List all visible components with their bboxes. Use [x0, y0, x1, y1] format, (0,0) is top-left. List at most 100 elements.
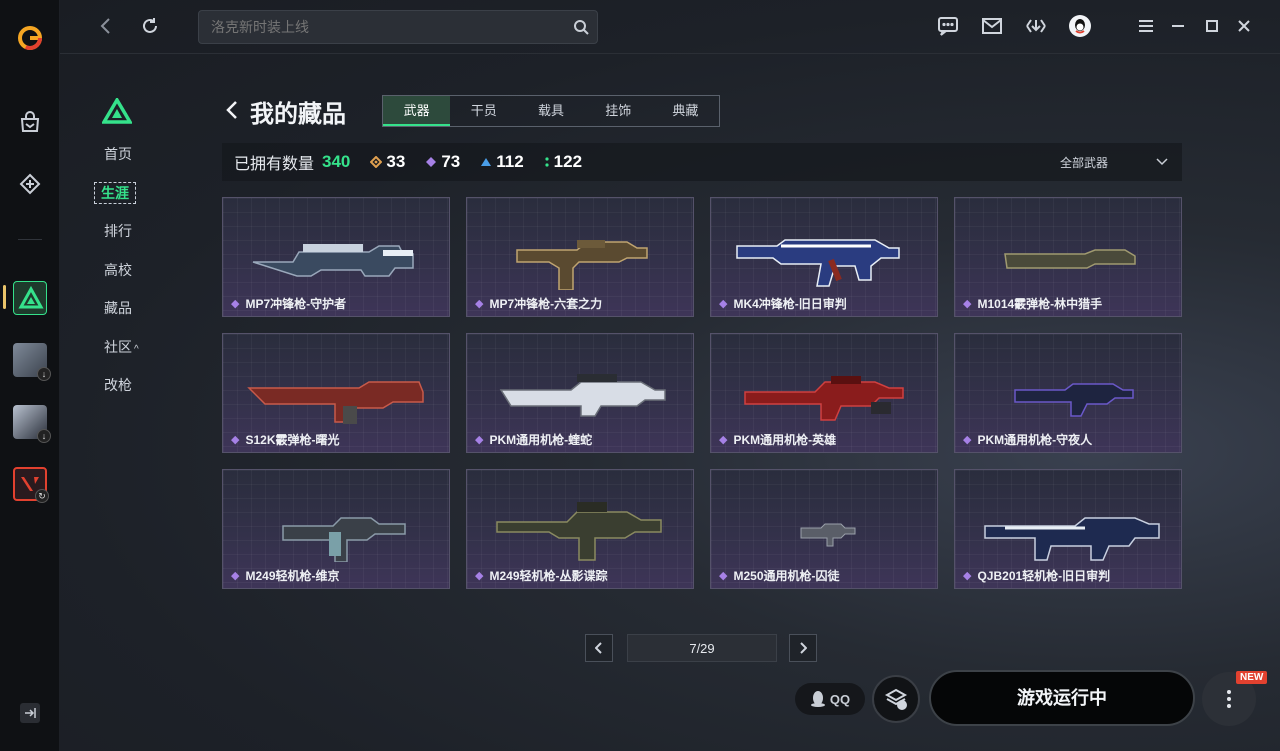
nav-item-career[interactable]: 生涯 [90, 179, 150, 218]
collection-card[interactable]: ◆ PKM通用机枪-英雄 [710, 333, 938, 453]
item-name: ◆ MP7冲锋枪-六套之力 [475, 297, 603, 311]
weapon-image [496, 502, 662, 561]
rarity-diamond-icon: ◆ [231, 298, 240, 310]
rarity-diamond-icon: ◆ [719, 298, 728, 310]
collection-card[interactable]: ◆ MP7冲锋枪-守护者 [222, 197, 450, 317]
category-tabs: 武器 干员 载具 挂饰 典藏 [382, 95, 720, 127]
qq-avatar-icon[interactable] [1068, 14, 1092, 38]
search-icon[interactable] [573, 19, 589, 40]
sync-icon: ↻ [35, 489, 49, 503]
qq-button[interactable]: QQ [795, 683, 865, 715]
game-hub-icon[interactable] [10, 164, 50, 204]
weapon-image [252, 244, 414, 277]
nav-item-collection[interactable]: 藏品 [90, 294, 150, 333]
refresh-icon[interactable] [138, 14, 162, 38]
qq-label: QQ [829, 691, 851, 707]
valorant-icon: ↻ [13, 467, 49, 503]
nav-label: 首页 [104, 146, 132, 162]
purple-diamond-icon [426, 157, 437, 167]
collection-card[interactable]: ◆ M249轻机枪-丛影谍踪 [466, 469, 694, 589]
weapon-image [516, 240, 648, 290]
stat-value: 122 [553, 152, 583, 171]
rarity-diamond-icon: ◆ [719, 434, 728, 446]
collapse-rail-icon[interactable] [20, 703, 40, 723]
nav-item-home[interactable]: 首页 [90, 140, 150, 179]
tab-weapons[interactable]: 武器 [383, 96, 451, 126]
rarity-diamond-icon: ◆ [963, 298, 972, 310]
nav-label: 生涯 [94, 181, 136, 204]
back-icon[interactable] [224, 98, 240, 127]
search-box[interactable] [198, 10, 598, 44]
minimize-icon[interactable] [1166, 14, 1190, 38]
nav-item-ranking[interactable]: 排行 [90, 217, 150, 256]
download-manager-icon[interactable] [1024, 14, 1048, 38]
weapon-image [247, 381, 424, 424]
caret-up-icon: ^ [134, 343, 139, 355]
rail-game-valorant[interactable]: ↻ [10, 464, 50, 504]
left-rail: ↓ ↓ ↻ [0, 0, 60, 751]
app-logo-icon[interactable] [10, 18, 50, 58]
prev-page-button[interactable] [585, 634, 613, 662]
item-name: ◆ MP7冲锋枪-守护者 [231, 297, 347, 311]
tab-charms[interactable]: 挂饰 [585, 96, 652, 126]
chevron-down-icon [1156, 158, 1168, 166]
next-page-button[interactable] [789, 634, 817, 662]
tab-vehicles[interactable]: 载具 [517, 96, 584, 126]
chevron-left-icon [595, 642, 602, 654]
chat-icon[interactable] [936, 14, 960, 38]
item-name: ◆ PKM通用机枪-蝰蛇 [475, 433, 593, 447]
weapon-filter-dropdown[interactable]: 全部武器 [1060, 143, 1168, 181]
section-nav: 首页 生涯 排行 高校 藏品 社区 ^ 改枪 [90, 140, 150, 410]
collection-card[interactable]: ◆ MK4冲锋枪-旧日审判 [710, 197, 938, 317]
game-running-button[interactable]: 游戏运行中 [929, 670, 1195, 726]
layers-button[interactable] [872, 675, 920, 723]
nav-label: 藏品 [104, 300, 132, 316]
close-icon[interactable] [1232, 14, 1256, 38]
nav-label: 改枪 [104, 377, 132, 393]
rail-divider [18, 239, 42, 240]
green-dots-icon [545, 157, 549, 167]
delta-force-icon [13, 281, 47, 315]
nav-item-college[interactable]: 高校 [90, 256, 150, 295]
rarity-diamond-icon: ◆ [719, 570, 728, 582]
gold-diamond-icon [370, 156, 383, 168]
nav-item-gunsmith[interactable]: 改枪 [90, 371, 150, 410]
mail-icon[interactable] [980, 14, 1004, 38]
rail-game-3[interactable]: ↓ [10, 402, 51, 443]
collection-card[interactable]: ◆ M249轻机枪-维京 [222, 469, 450, 589]
stats-bar: 已拥有数量 340 33 73 112 122 全部武器 [222, 143, 1182, 181]
rail-game-2[interactable]: ↓ [10, 340, 51, 381]
menu-icon[interactable] [1134, 14, 1158, 38]
maximize-icon[interactable] [1200, 14, 1224, 38]
owned-label: 已拥有数量 [234, 156, 315, 173]
back-arrow-icon[interactable] [94, 14, 118, 38]
weapon-image [282, 517, 406, 562]
collection-card[interactable]: ◆ PKM通用机枪-守夜人 [954, 333, 1182, 453]
download-icon: ↓ [37, 367, 51, 381]
tab-collector[interactable]: 典藏 [652, 96, 719, 126]
search-input[interactable] [211, 11, 561, 43]
item-name: ◆ M250通用机枪-囚徒 [719, 569, 840, 583]
blue-triangle-icon [481, 158, 492, 166]
nav-item-community[interactable]: 社区 ^ [90, 333, 150, 372]
collection-card[interactable]: ◆ M250通用机枪-囚徒 [710, 469, 938, 589]
weapon-image [1014, 383, 1134, 417]
collection-card[interactable]: ◆ QJB201轻机枪-旧日审判 [954, 469, 1182, 589]
rarity-diamond-icon: ◆ [963, 434, 972, 446]
item-name: ◆ S12K霰弹枪-曙光 [231, 433, 340, 447]
collection-card[interactable]: ◆ M1014霰弹枪-林中猎手 [954, 197, 1182, 317]
collection-card[interactable]: ◆ MP7冲锋枪-六套之力 [466, 197, 694, 317]
weapon-image [499, 374, 666, 417]
store-icon[interactable] [10, 102, 50, 142]
nav-label: 社区 [104, 338, 132, 355]
owned-total: 340 [322, 152, 351, 171]
delta-force-logo-icon [100, 96, 134, 129]
collection-card[interactable]: ◆ PKM通用机枪-蝰蛇 [466, 333, 694, 453]
item-name: ◆ M249轻机枪-维京 [231, 569, 340, 583]
rarity-diamond-icon: ◆ [475, 298, 484, 310]
tab-operators[interactable]: 干员 [450, 96, 517, 126]
collection-card[interactable]: ◆ S12K霰弹枪-曙光 [222, 333, 450, 453]
rail-game-delta-force[interactable] [10, 278, 50, 318]
item-name: ◆ PKM通用机枪-英雄 [719, 433, 837, 447]
stat-purple: 73 [425, 152, 460, 172]
